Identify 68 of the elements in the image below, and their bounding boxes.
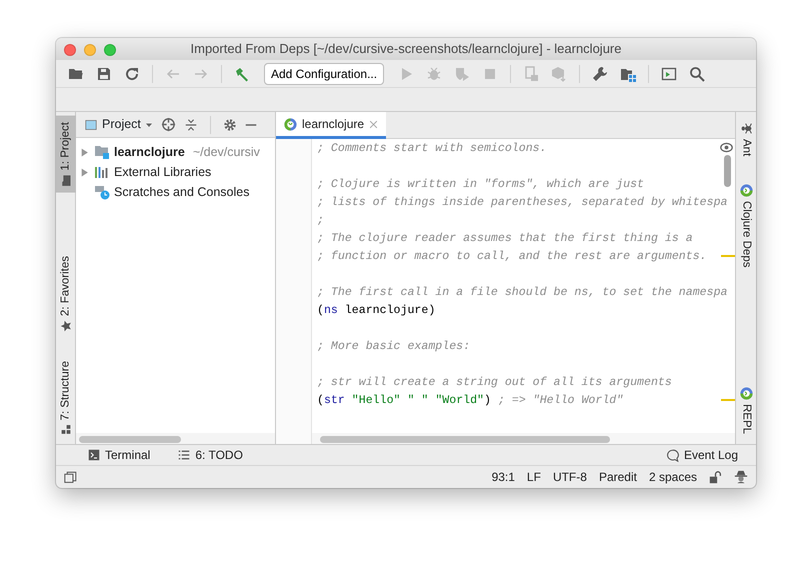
status-item[interactable]: 2 spaces <box>648 468 697 486</box>
status-item[interactable]: Paredit <box>598 468 637 486</box>
code-line: ; More basic examples: <box>317 340 470 353</box>
wrench-icon[interactable] <box>592 66 608 82</box>
minimize-window-button[interactable] <box>84 44 96 56</box>
inspector-hat-icon[interactable] <box>734 470 748 484</box>
code-line: (str "Hello" " " "World") ; => "Hello World" <box>317 394 624 407</box>
expand-arrow-icon[interactable] <box>80 148 89 158</box>
tree-item[interactable]: External Libraries <box>114 162 212 182</box>
crosshair-icon[interactable] <box>160 117 176 132</box>
editor-tab[interactable]: learnclojure <box>276 112 386 139</box>
status-item[interactable]: UTF-8 <box>552 468 587 486</box>
code-line: ; Comments start with semicolons. <box>317 142 547 155</box>
structure-icon <box>61 424 71 434</box>
unlocked-padlock-icon[interactable] <box>709 470 722 484</box>
list-icon <box>178 449 190 461</box>
clojure-logo-icon <box>740 184 752 198</box>
tree-item[interactable]: Scratches and Consoles <box>114 182 250 202</box>
scrollbar-thumb[interactable] <box>724 155 731 187</box>
zoom-window-button[interactable] <box>104 44 116 56</box>
code-line: ; lists of things inside parentheses, separated by whitespa <box>317 196 728 209</box>
terminal-icon <box>88 449 100 461</box>
tool-window-tab[interactable]: Ant <box>736 116 756 162</box>
star-icon <box>60 320 72 333</box>
ant-icon <box>740 122 752 135</box>
code-line: (ns learnclojure) <box>317 304 436 317</box>
eye-icon[interactable] <box>720 141 733 154</box>
status-item[interactable]: LF <box>526 468 541 486</box>
code-line: ; Clojure is written in "forms", which are just <box>317 178 644 191</box>
terminal-window-icon[interactable] <box>661 66 678 82</box>
tool-window-tab[interactable]: REPL <box>736 380 756 440</box>
scrollbar-thumb[interactable] <box>320 436 610 443</box>
tool-window-tab[interactable]: Terminal <box>82 446 156 464</box>
add-configuration-button[interactable]: Add Configuration... <box>264 62 384 84</box>
search-icon[interactable] <box>689 66 706 82</box>
code-line: ; function or macro to call, and the rest are arguments. <box>317 250 707 263</box>
tool-window-tab[interactable]: 6: TODO <box>172 446 249 464</box>
clojure-logo-icon <box>740 386 752 400</box>
scratch-clock-icon <box>94 184 110 200</box>
folder-icon <box>60 174 72 187</box>
sync-icon[interactable] <box>124 66 140 82</box>
panel-icon <box>84 118 98 130</box>
tool-window-tab[interactable]: 7: Structure <box>56 354 76 440</box>
tool-window-tab[interactable]: 2: Favorites <box>56 250 76 339</box>
caret-icon <box>144 120 153 128</box>
code-line: ; The first call in a file should be ns, to set the namespa <box>317 286 728 299</box>
tool-window-tab[interactable]: 1: Project <box>56 116 76 193</box>
speech-bubble-icon <box>666 448 679 462</box>
close-window-button[interactable] <box>64 44 76 56</box>
window-title: Imported From Deps [~/dev/cursive-screenshots/learnclojure] - learnclojure <box>190 40 622 58</box>
library-bars-icon <box>94 164 110 180</box>
folder-icon <box>94 144 110 160</box>
path-hint: ~/dev/cursiv <box>192 144 260 161</box>
expand-arrow-icon[interactable] <box>80 168 89 178</box>
tool-window-tab[interactable]: Clojure Deps <box>736 178 756 274</box>
window-toggle-icon[interactable] <box>64 470 77 484</box>
code-line: ; str will create a string out of all its arguments <box>317 376 672 389</box>
collapse-icon[interactable] <box>184 118 198 132</box>
scrollbar-thumb[interactable] <box>79 436 181 443</box>
hammer-icon[interactable] <box>234 66 250 82</box>
settings-icon[interactable] <box>222 118 237 132</box>
code-line: ; The clojure reader assumes that the first thing is a <box>317 232 693 245</box>
tree-item[interactable]: learnclojure <box>114 142 185 162</box>
code-line: ; <box>317 214 324 227</box>
status-item[interactable]: 93:1 <box>492 468 515 486</box>
clojure-logo-icon <box>284 118 297 130</box>
tool-window-tab[interactable]: Event Log <box>660 446 744 464</box>
close-icon[interactable] <box>369 120 378 128</box>
